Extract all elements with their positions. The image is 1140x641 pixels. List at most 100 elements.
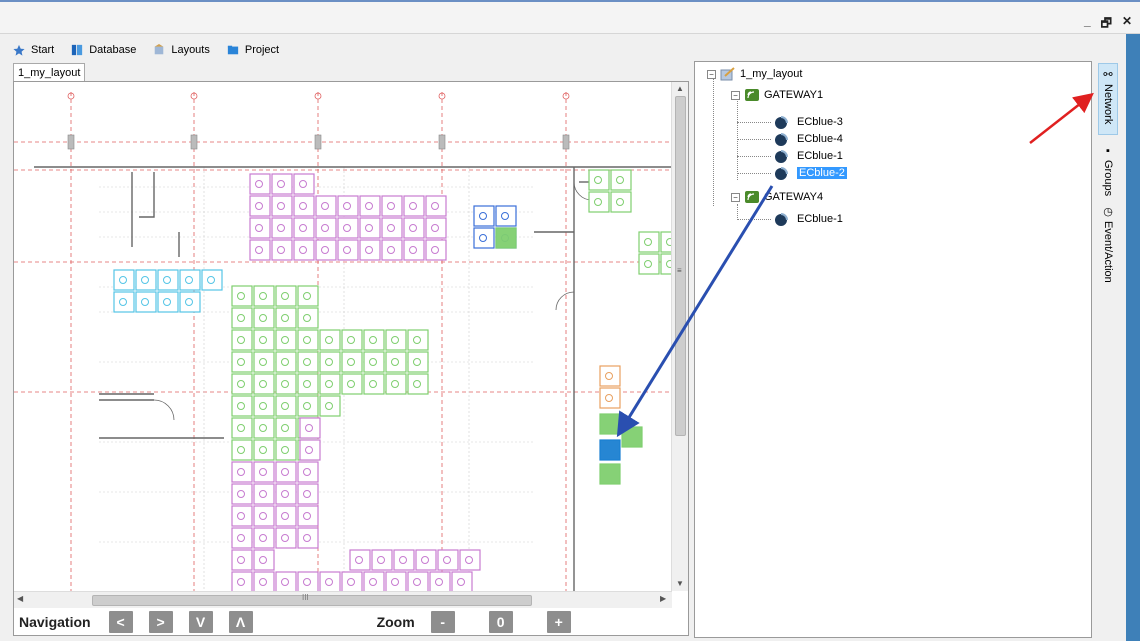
device-tile[interactable]: [315, 217, 337, 239]
device-tile[interactable]: [231, 395, 253, 417]
tree-device[interactable]: ECblue-1: [771, 211, 843, 227]
device-tile-highlight[interactable]: [599, 463, 621, 485]
device-tile[interactable]: [297, 395, 319, 417]
device-tile[interactable]: [293, 195, 315, 217]
scroll-up-arrow[interactable]: ▲: [676, 84, 684, 93]
device-tile-highlight[interactable]: [495, 227, 517, 249]
floor-plan[interactable]: [14, 82, 672, 591]
device-tile[interactable]: [385, 329, 407, 351]
nav-left-button[interactable]: <: [108, 610, 133, 633]
collapse-toggle[interactable]: −: [707, 69, 716, 79]
device-tile[interactable]: [253, 483, 275, 505]
device-tile[interactable]: [231, 351, 253, 373]
device-tile[interactable]: [179, 291, 201, 313]
tree-device-selected[interactable]: ECblue-2: [771, 165, 847, 181]
minimize-button[interactable]: _: [1084, 14, 1091, 35]
device-tile[interactable]: [588, 191, 610, 213]
device-tile[interactable]: [415, 549, 437, 571]
device-tile[interactable]: [253, 461, 275, 483]
device-tile[interactable]: [201, 269, 223, 291]
layouts-button[interactable]: Layouts: [152, 44, 210, 56]
device-tile[interactable]: [275, 285, 297, 307]
device-tile[interactable]: [299, 439, 321, 461]
close-button[interactable]: ✕: [1122, 14, 1132, 35]
device-tile[interactable]: [253, 439, 275, 461]
device-tile[interactable]: [275, 395, 297, 417]
device-tile[interactable]: [610, 169, 632, 191]
device-tile[interactable]: [473, 205, 495, 227]
device-tile[interactable]: [599, 387, 621, 409]
collapse-toggle[interactable]: −: [731, 90, 740, 100]
device-tile[interactable]: [297, 351, 319, 373]
device-tile[interactable]: [403, 239, 425, 261]
device-tile[interactable]: [231, 329, 253, 351]
device-tile[interactable]: [459, 549, 481, 571]
device-tile[interactable]: [363, 571, 385, 591]
device-tile[interactable]: [610, 191, 632, 213]
database-button[interactable]: Database: [70, 44, 136, 56]
device-tile[interactable]: [473, 227, 495, 249]
device-tile[interactable]: [638, 231, 660, 253]
device-tile[interactable]: [231, 483, 253, 505]
device-tile[interactable]: [319, 395, 341, 417]
device-tile[interactable]: [231, 307, 253, 329]
device-tile[interactable]: [341, 571, 363, 591]
scroll-down-arrow[interactable]: ▼: [676, 579, 684, 588]
device-tile[interactable]: [297, 373, 319, 395]
device-tile[interactable]: [293, 173, 315, 195]
tab-event-action[interactable]: ◷ Event/Action: [1098, 201, 1118, 289]
device-tile[interactable]: [275, 417, 297, 439]
device-tile[interactable]: [253, 329, 275, 351]
device-tile[interactable]: [157, 291, 179, 313]
device-tile[interactable]: [319, 373, 341, 395]
device-tile-highlight[interactable]: [621, 426, 643, 448]
tree-gateway-1[interactable]: − GATEWAY1: [731, 87, 823, 103]
device-tile[interactable]: [429, 571, 451, 591]
device-tile[interactable]: [349, 549, 371, 571]
device-tile[interactable]: [249, 195, 271, 217]
device-tile-selected[interactable]: [599, 439, 621, 461]
device-tile[interactable]: [381, 239, 403, 261]
device-tile[interactable]: [253, 549, 275, 571]
device-tile[interactable]: [253, 373, 275, 395]
collapse-toggle[interactable]: −: [731, 192, 740, 202]
device-tile[interactable]: [407, 329, 429, 351]
device-tile[interactable]: [359, 239, 381, 261]
device-tile[interactable]: [599, 365, 621, 387]
device-tile[interactable]: [231, 461, 253, 483]
device-tile-highlight[interactable]: [599, 413, 621, 435]
device-tile[interactable]: [337, 239, 359, 261]
device-tile[interactable]: [135, 291, 157, 313]
device-tile[interactable]: [297, 307, 319, 329]
device-tile[interactable]: [337, 217, 359, 239]
device-tile[interactable]: [337, 195, 359, 217]
device-tile[interactable]: [297, 505, 319, 527]
tree-device[interactable]: ECblue-1: [771, 148, 843, 164]
device-tile[interactable]: [271, 217, 293, 239]
device-tile[interactable]: [271, 173, 293, 195]
device-tile[interactable]: [231, 373, 253, 395]
device-tile[interactable]: [381, 195, 403, 217]
tab-1-my-layout[interactable]: 1_my_layout: [13, 63, 85, 82]
device-tile[interactable]: [297, 461, 319, 483]
device-tile[interactable]: [297, 571, 319, 591]
restore-button[interactable]: 🗗: [1101, 14, 1112, 35]
device-tile[interactable]: [437, 549, 459, 571]
device-tile[interactable]: [271, 239, 293, 261]
device-tile[interactable]: [319, 351, 341, 373]
horizontal-scrollbar[interactable]: ◀ III ▶: [14, 591, 672, 608]
device-tile[interactable]: [385, 373, 407, 395]
device-tile[interactable]: [407, 571, 429, 591]
device-tile[interactable]: [253, 505, 275, 527]
device-tile[interactable]: [271, 195, 293, 217]
floor-plan-canvas[interactable]: [14, 82, 672, 591]
device-tile[interactable]: [231, 505, 253, 527]
device-tile[interactable]: [359, 195, 381, 217]
device-tile[interactable]: [385, 351, 407, 373]
device-tile[interactable]: [253, 527, 275, 549]
device-tile[interactable]: [315, 195, 337, 217]
device-tile[interactable]: [253, 307, 275, 329]
project-button[interactable]: Project: [226, 44, 279, 56]
device-tile[interactable]: [179, 269, 201, 291]
device-tile[interactable]: [231, 285, 253, 307]
